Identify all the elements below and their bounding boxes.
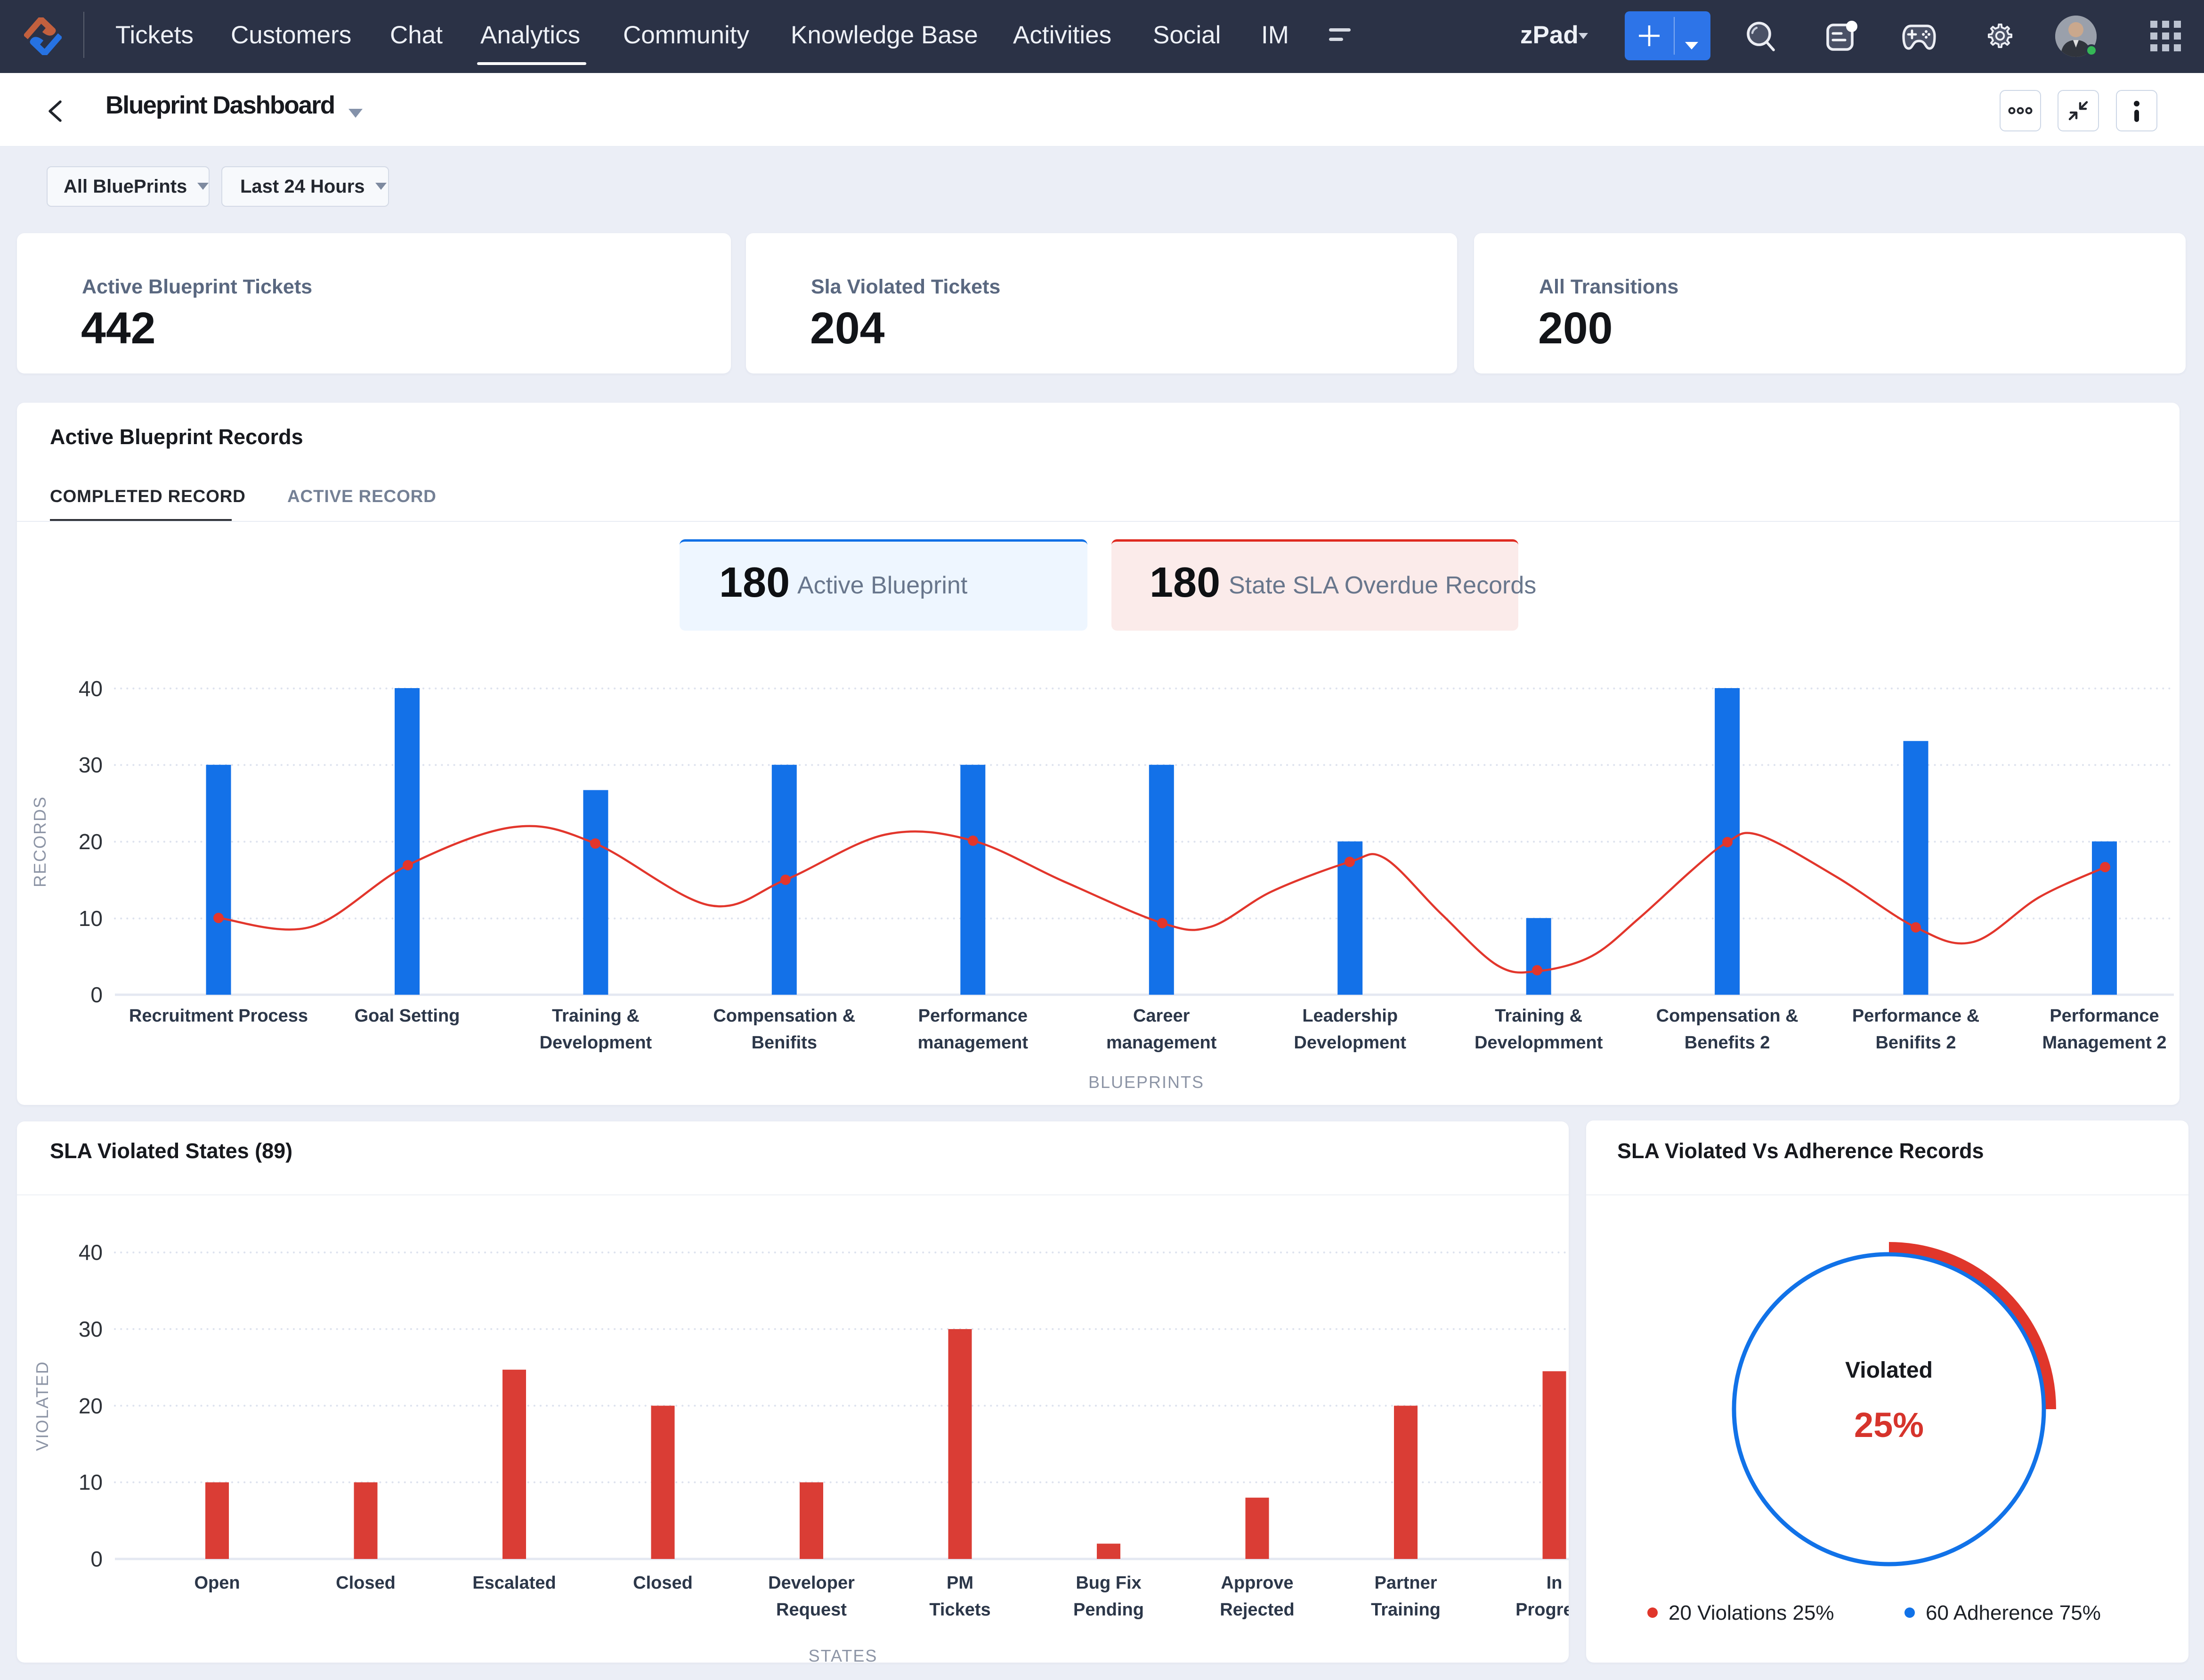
svg-text:30: 30 [79, 1317, 103, 1341]
svg-text:0: 0 [90, 1547, 103, 1571]
svg-text:PerformanceManagement 2: Performance Management 2 [2042, 1006, 2167, 1053]
svg-text:Bug FixPending: Bug Fix Pending [1073, 1573, 1144, 1620]
svg-text:0: 0 [90, 982, 103, 1007]
svg-text:Escalated: Escalated [472, 1573, 556, 1593]
svg-text:Training &Developmment: Training & Developmment [1475, 1006, 1603, 1053]
svg-text:30: 30 [79, 753, 103, 777]
svg-text:40: 40 [79, 676, 103, 701]
svg-text:60 Adherence 75%: 60 Adherence 75% [1926, 1601, 2101, 1624]
svg-text:BLUEPRINTS: BLUEPRINTS [1088, 1072, 1204, 1092]
svg-text:Compensation &Benifits: Compensation & Benifits [713, 1006, 855, 1053]
svg-text:20 Violations 25%: 20 Violations 25% [1669, 1601, 1834, 1624]
svg-text:ApproveRejected: Approve Rejected [1220, 1573, 1294, 1620]
svg-text:Training &Development: Training & Development [540, 1006, 652, 1053]
svg-text:25%: 25% [1854, 1405, 1924, 1445]
svg-text:PartnerTraining: Partner Training [1371, 1573, 1441, 1620]
svg-text:40: 40 [79, 1240, 103, 1265]
svg-text:10: 10 [79, 1470, 103, 1494]
svg-text:VIOLATED: VIOLATED [32, 1361, 52, 1451]
svg-text:20: 20 [79, 1394, 103, 1418]
svg-text:Closed: Closed [633, 1573, 693, 1593]
svg-text:Performancemanagement: Performance management [918, 1006, 1029, 1053]
svg-text:Compensation &Benefits 2: Compensation & Benefits 2 [1656, 1006, 1799, 1053]
svg-text:LeadershipDevelopment: Leadership Development [1294, 1006, 1406, 1053]
svg-text:DeveloperRequest: Developer Request [768, 1573, 855, 1620]
svg-text:Careermanagement: Career management [1106, 1006, 1217, 1053]
svg-text:Violated: Violated [1845, 1358, 1933, 1383]
svg-text:10: 10 [79, 906, 103, 931]
svg-text:Closed: Closed [336, 1573, 396, 1593]
svg-text:PMTickets: PM Tickets [929, 1573, 990, 1620]
svg-text:Open: Open [194, 1573, 240, 1593]
svg-text:STATES: STATES [809, 1646, 878, 1663]
svg-text:InProgress: InProgress [1515, 1573, 1569, 1620]
svg-text:RECORDS: RECORDS [30, 796, 49, 887]
svg-text:Goal Setting: Goal Setting [355, 1006, 460, 1026]
svg-text:Recruitment Process: Recruitment Process [129, 1006, 308, 1026]
svg-text:20: 20 [79, 829, 103, 854]
svg-text:Performance &Benifits 2: Performance & Benifits 2 [1852, 1006, 1979, 1053]
